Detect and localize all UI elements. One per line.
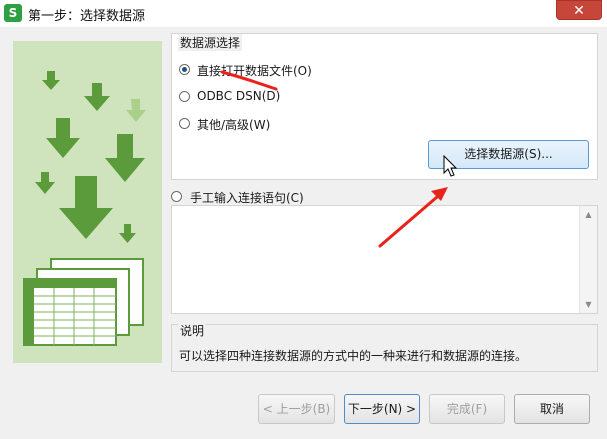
cancel-button[interactable]: 取消 (514, 394, 590, 424)
source-group-legend: 数据源选择 (178, 34, 243, 51)
finish-button[interactable]: 完成(F) (429, 394, 505, 424)
next-button[interactable]: 下一步(N) > (344, 394, 420, 424)
option-open-file-label[interactable]: 直接打开数据文件(O) (197, 62, 312, 79)
radio-other-advanced[interactable] (179, 118, 190, 129)
radio-odbc-dsn[interactable] (179, 91, 190, 102)
manual-connection-label[interactable]: 手工输入连接语句(C) (190, 189, 304, 206)
close-button[interactable]: ✕ (556, 0, 602, 20)
prev-button[interactable]: < 上一步(B) (258, 394, 335, 424)
option-odbc-dsn-label[interactable]: ODBC DSN(D) (197, 89, 280, 103)
scroll-up-icon[interactable]: ▲ (580, 206, 597, 223)
scroll-down-icon[interactable]: ▼ (580, 296, 597, 313)
title-bar[interactable]: S 第一步：选择数据源 ✕ (0, 0, 607, 27)
download-arrows-spreadsheet-icon (23, 71, 146, 346)
option-other-advanced-label[interactable]: 其他/高级(W) (197, 116, 270, 133)
wizard-graphic (13, 41, 162, 363)
window-title: 第一步：选择数据源 (28, 9, 146, 24)
textarea-scrollbar[interactable]: ▲ ▼ (579, 206, 597, 313)
connection-string-textarea[interactable]: ▲ ▼ (171, 205, 598, 314)
app-logo-icon: S (4, 4, 22, 22)
description-legend: 说明 (178, 322, 207, 339)
select-data-source-button[interactable]: 选择数据源(S)... (428, 140, 589, 169)
description-text: 可以选择四种连接数据源的方式中的一种来进行和数据源的连接。 (179, 349, 528, 363)
radio-manual-connection[interactable] (171, 191, 182, 202)
radio-open-file[interactable] (179, 64, 190, 75)
